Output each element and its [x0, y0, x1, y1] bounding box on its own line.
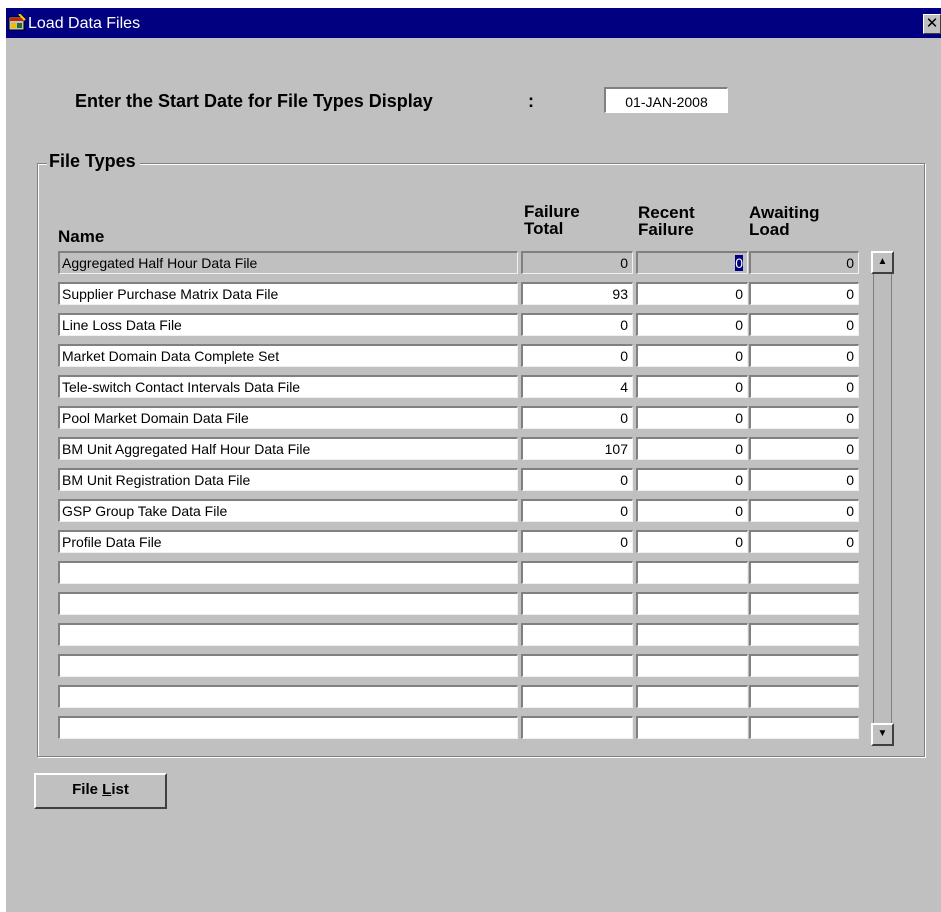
awaiting-load-cell[interactable]: 0 — [749, 530, 859, 553]
recent-failure-cell[interactable]: 0 — [636, 251, 748, 274]
name-cell[interactable]: Pool Market Domain Data File — [58, 406, 518, 429]
column-header-awaiting-load-line1: Awaiting — [749, 203, 820, 222]
failure-total-cell[interactable]: 0 — [521, 468, 633, 491]
name-cell[interactable] — [58, 623, 518, 646]
column-header-failure-total-line1: Failure — [524, 202, 580, 221]
name-cell[interactable]: BM Unit Aggregated Half Hour Data File — [58, 437, 518, 460]
awaiting-load-cell[interactable]: 0 — [749, 406, 859, 429]
scroll-down-icon[interactable]: ▼ — [871, 723, 894, 746]
column-header-name: Name — [58, 227, 105, 246]
name-cell[interactable]: Market Domain Data Complete Set — [58, 344, 518, 367]
name-cell[interactable]: Supplier Purchase Matrix Data File — [58, 282, 518, 305]
recent-failure-cell[interactable]: 0 — [636, 313, 748, 336]
recent-failure-cell[interactable]: 0 — [636, 375, 748, 398]
recent-failure-cell[interactable]: 0 — [636, 530, 748, 553]
failure-total-cell[interactable] — [521, 592, 633, 615]
selected-text: 0 — [735, 255, 743, 271]
start-date-colon: : — [528, 91, 534, 111]
window-title: Load Data Files — [28, 15, 141, 32]
name-cell[interactable]: GSP Group Take Data File — [58, 499, 518, 522]
name-cell[interactable] — [58, 592, 518, 615]
file-types-group-title: File Types — [47, 151, 140, 172]
failure-total-cell[interactable] — [521, 623, 633, 646]
column-header-failure-total: Failure Total — [524, 203, 580, 237]
title-bar[interactable]: Load Data Files ✕ — [6, 8, 941, 38]
recent-failure-cell[interactable]: 0 — [636, 406, 748, 429]
awaiting-load-cell[interactable] — [749, 592, 859, 615]
awaiting-load-cell[interactable]: 0 — [749, 499, 859, 522]
scrollbar-track[interactable] — [873, 274, 892, 723]
start-date-label: Enter the Start Date for File Types Disp… — [75, 91, 433, 111]
column-header-recent-failure-line1: Recent — [638, 203, 695, 222]
name-cell[interactable] — [58, 685, 518, 708]
awaiting-load-cell[interactable]: 0 — [749, 344, 859, 367]
failure-total-cell[interactable]: 0 — [521, 530, 633, 553]
awaiting-load-cell[interactable]: 0 — [749, 251, 859, 274]
name-cell[interactable] — [58, 654, 518, 677]
name-cell[interactable]: Aggregated Half Hour Data File — [58, 251, 518, 274]
failure-total-cell[interactable] — [521, 685, 633, 708]
column-header-recent-failure-line2: Failure — [638, 220, 694, 239]
awaiting-load-cell[interactable]: 0 — [749, 468, 859, 491]
recent-failure-cell[interactable]: 0 — [636, 499, 748, 522]
recent-failure-cell[interactable] — [636, 592, 748, 615]
file-list-label-before: File — [72, 781, 103, 798]
column-header-awaiting-load: Awaiting Load — [749, 204, 820, 238]
awaiting-load-cell[interactable]: 0 — [749, 437, 859, 460]
recent-failure-cell[interactable]: 0 — [636, 437, 748, 460]
failure-total-cell[interactable]: 93 — [521, 282, 633, 305]
failure-total-cell[interactable]: 4 — [521, 375, 633, 398]
column-header-failure-total-line2: Total — [524, 219, 564, 238]
awaiting-load-cell[interactable] — [749, 623, 859, 646]
name-cell[interactable] — [58, 716, 518, 739]
recent-failure-cell[interactable]: 0 — [636, 344, 748, 367]
start-date-input[interactable]: 01-JAN-2008 — [604, 87, 728, 113]
awaiting-load-cell[interactable]: 0 — [749, 313, 859, 336]
failure-total-cell[interactable]: 107 — [521, 437, 633, 460]
recent-failure-cell[interactable] — [636, 561, 748, 584]
awaiting-load-cell[interactable] — [749, 716, 859, 739]
name-cell[interactable]: Tele-switch Contact Intervals Data File — [58, 375, 518, 398]
failure-total-cell[interactable] — [521, 654, 633, 677]
recent-failure-cell[interactable]: 0 — [636, 468, 748, 491]
scroll-up-icon[interactable]: ▲ — [871, 251, 894, 274]
failure-total-cell[interactable]: 0 — [521, 499, 633, 522]
failure-total-cell[interactable]: 0 — [521, 406, 633, 429]
window-top-border — [0, 0, 941, 8]
failure-total-cell[interactable] — [521, 561, 633, 584]
awaiting-load-cell[interactable] — [749, 561, 859, 584]
file-list-button[interactable]: File List — [34, 773, 167, 809]
recent-failure-cell[interactable] — [636, 623, 748, 646]
failure-total-cell[interactable]: 0 — [521, 344, 633, 367]
recent-failure-cell[interactable] — [636, 716, 748, 739]
close-icon[interactable]: ✕ — [923, 14, 941, 34]
awaiting-load-cell[interactable]: 0 — [749, 375, 859, 398]
window-left-border — [0, 0, 6, 912]
awaiting-load-cell[interactable] — [749, 654, 859, 677]
name-cell[interactable]: BM Unit Registration Data File — [58, 468, 518, 491]
failure-total-cell[interactable]: 0 — [521, 313, 633, 336]
file-list-label-after: ist — [111, 781, 129, 798]
awaiting-load-cell[interactable] — [749, 685, 859, 708]
failure-total-cell[interactable]: 0 — [521, 251, 633, 274]
name-cell[interactable]: Profile Data File — [58, 530, 518, 553]
name-cell[interactable] — [58, 561, 518, 584]
app-window-icon — [8, 14, 26, 31]
column-header-awaiting-load-line2: Load — [749, 220, 790, 239]
recent-failure-cell[interactable] — [636, 685, 748, 708]
file-list-label-mnemonic: L — [102, 781, 112, 798]
recent-failure-cell[interactable]: 0 — [636, 282, 748, 305]
failure-total-cell[interactable] — [521, 716, 633, 739]
recent-failure-cell[interactable] — [636, 654, 748, 677]
table-scrollbar[interactable]: ▲ ▼ — [871, 251, 894, 746]
name-cell[interactable]: Line Loss Data File — [58, 313, 518, 336]
column-header-recent-failure: Recent Failure — [638, 204, 695, 238]
awaiting-load-cell[interactable]: 0 — [749, 282, 859, 305]
